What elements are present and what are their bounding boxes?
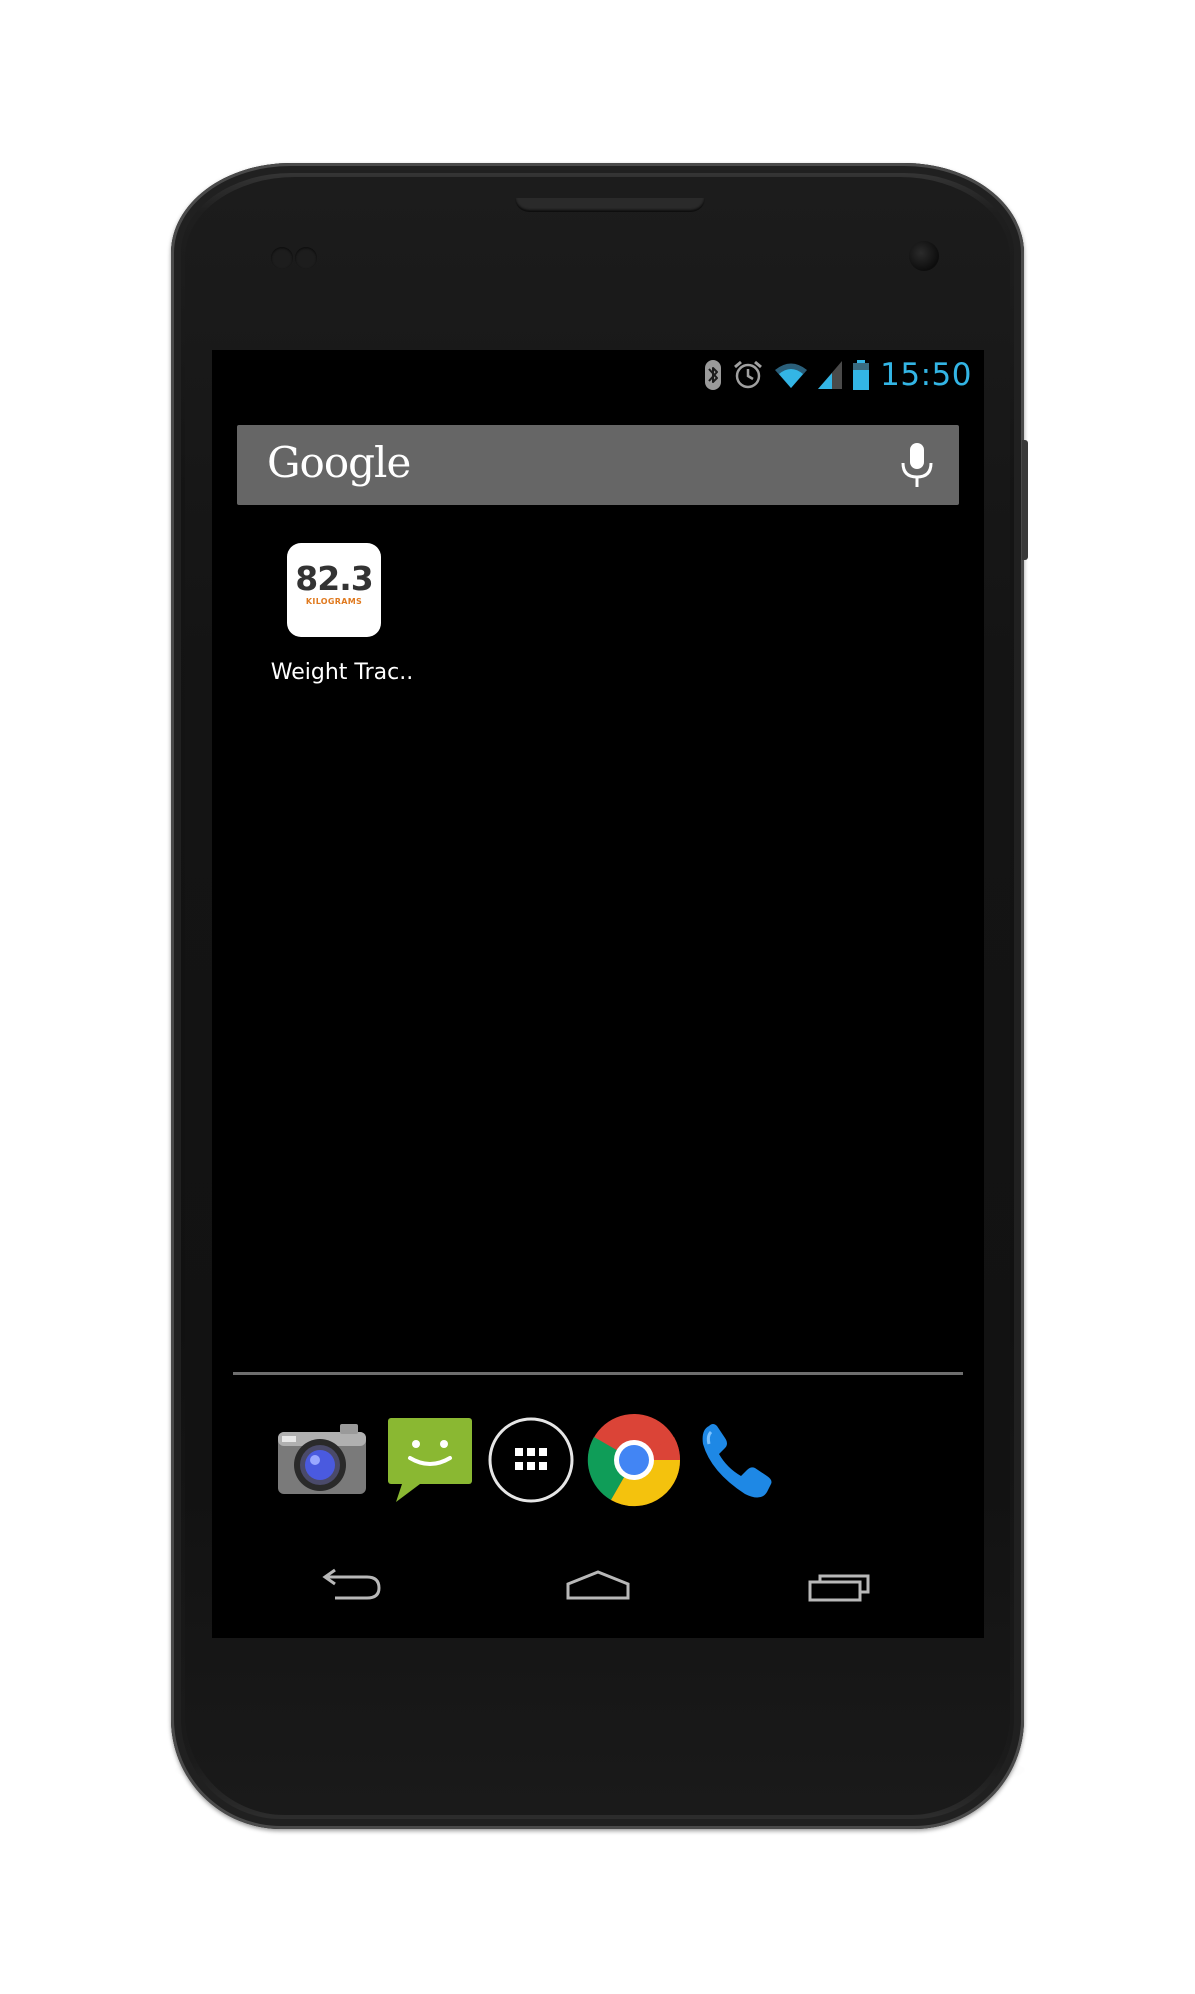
alarm-icon	[732, 360, 764, 390]
chrome-icon[interactable]	[584, 1410, 684, 1510]
power-button	[1022, 440, 1028, 560]
recent-apps-icon[interactable]	[802, 1562, 882, 1612]
status-icons: 15:50	[704, 357, 972, 393]
bluetooth-icon	[704, 360, 722, 390]
status-clock: 15:50	[880, 357, 972, 393]
signal-icon	[818, 361, 843, 389]
microphone-icon[interactable]	[897, 441, 937, 491]
battery-icon	[852, 360, 870, 390]
weight-tracker-app-icon[interactable]: 82.3 KILOGRAMS	[287, 543, 381, 637]
weight-tracker-shortcut[interactable]: 82.3 KILOGRAMS Weight Trac..	[252, 490, 413, 685]
back-icon[interactable]	[307, 1562, 387, 1612]
navigation-bar	[212, 1550, 984, 1630]
messaging-icon[interactable]	[378, 1410, 478, 1510]
proximity-sensors	[271, 247, 319, 273]
earpiece-speaker	[515, 198, 705, 212]
dock-divider	[233, 1372, 963, 1375]
app-label: Weight Trac..	[270, 660, 414, 685]
dock	[212, 1410, 984, 1520]
app-icon-weight-value: 82.3	[295, 559, 373, 598]
app-icon-weight-unit: KILOGRAMS	[305, 597, 363, 606]
home-screen: 15:50 Google 82.3 KILOGRAMS Weight Trac.…	[212, 350, 984, 1638]
front-camera-lens	[909, 241, 939, 271]
home-icon[interactable]	[558, 1562, 638, 1612]
google-logo: Google	[267, 438, 411, 487]
phone-icon[interactable]	[687, 1410, 787, 1510]
status-bar: 15:50	[212, 350, 984, 398]
wifi-icon	[774, 361, 808, 389]
app-drawer-icon[interactable]	[481, 1410, 581, 1510]
camera-icon[interactable]	[272, 1410, 372, 1510]
